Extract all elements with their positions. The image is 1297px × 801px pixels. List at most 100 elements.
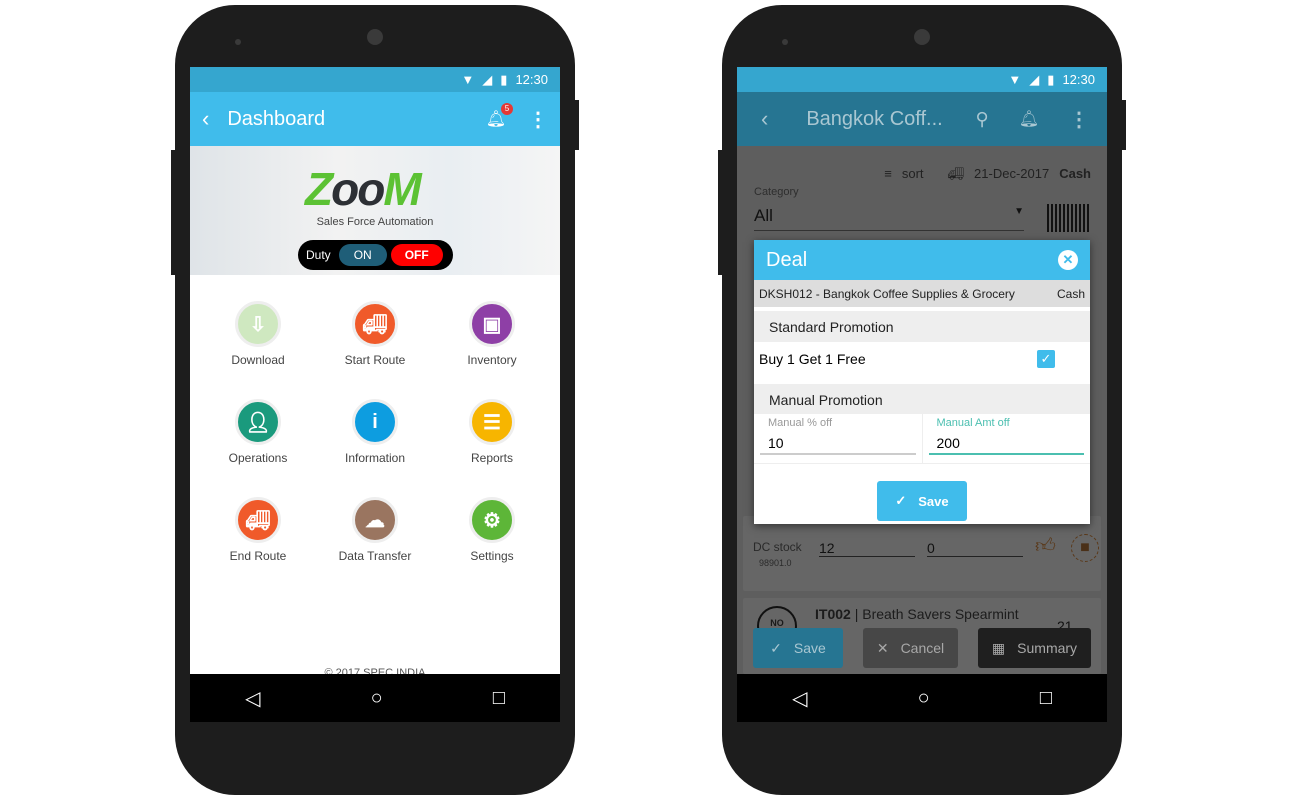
tile-download[interactable]: ⇩ Download — [203, 301, 313, 367]
payment-type: Cash — [1059, 166, 1091, 181]
android-nav-bar: ◁ ○ □ — [737, 674, 1107, 722]
power-button — [575, 100, 579, 150]
pct-off-label: Manual % off — [768, 417, 833, 429]
cancel-button[interactable]: ✕ Cancel — [863, 628, 958, 668]
delivery-truck-icon: 🚚︎ — [947, 166, 965, 181]
tile-label: Download — [231, 353, 285, 367]
android-nav-bar: ◁ ○ □ — [190, 674, 560, 722]
customer-name: DKSH012 - Bangkok Coffee Supplies & Groc… — [759, 286, 1015, 301]
customer-payment: Cash — [1056, 286, 1085, 301]
duty-toggle[interactable]: Duty ON OFF — [298, 240, 453, 270]
status-bar: ▼ ◢ ▮ 12:30 — [737, 67, 1107, 92]
pct-off-input[interactable]: 10 — [760, 435, 916, 455]
dialog-header: Deal ✕ — [754, 240, 1090, 280]
deal-dialog: Deal ✕ DKSH012 - Bangkok Coffee Supplies… — [754, 240, 1090, 524]
nav-recents-icon[interactable]: □ — [1040, 687, 1052, 710]
tile-start-route[interactable]: 🚚︎ Start Route — [320, 301, 430, 367]
tile-data-transfer[interactable]: ☁ Data Transfer — [320, 497, 430, 563]
volume-button — [171, 150, 175, 275]
back-icon[interactable]: ‹ — [202, 106, 209, 132]
zoom-logo: ZooM — [305, 163, 422, 215]
delivery-date[interactable]: 21-Dec-2017 — [974, 166, 1049, 182]
tile-label: Reports — [470, 451, 514, 465]
tile-label: Data Transfer — [338, 549, 412, 563]
tagline: Sales Force Automation — [316, 216, 434, 228]
wifi-icon: ▼ — [461, 72, 475, 87]
dialog-save-button[interactable]: ✓ Save — [877, 481, 967, 521]
dialog-title: Deal — [766, 248, 808, 271]
front-camera — [367, 29, 383, 45]
sensor — [235, 39, 241, 45]
overflow-menu-icon[interactable]: ⋮ — [528, 107, 548, 132]
item-name: Breath Savers Spearmint — [862, 606, 1019, 622]
check-icon: ✓ — [895, 493, 907, 508]
tile-label: Inventory — [467, 353, 517, 367]
free-quantity-input[interactable]: 0 — [927, 540, 1023, 557]
customer-row: DKSH012 - Bangkok Coffee Supplies & Groc… — [754, 280, 1090, 307]
tile-label: Information — [344, 451, 406, 465]
tile-label: End Route — [229, 549, 287, 563]
clock: 12:30 — [515, 72, 548, 87]
dropdown-arrow-icon: ▼ — [1014, 206, 1024, 217]
phone-frame-left: ▼ ◢ ▮ 12:30 ‹ Dashboard 🔔︎ 5 ⋮ ZooM Sales… — [171, 5, 579, 795]
signal-icon: ◢ — [482, 71, 493, 87]
nav-back-icon[interactable]: ◁ — [792, 686, 807, 711]
front-camera — [914, 29, 930, 45]
search-icon[interactable]: ⚲ — [976, 109, 989, 130]
summary-button[interactable]: ▦ Summary — [978, 628, 1091, 668]
inventory-icon: ▣ — [469, 301, 515, 347]
box-icon[interactable]: ■ — [1071, 534, 1099, 562]
tile-operations[interactable]: 👤︎ Operations — [203, 399, 313, 465]
download-icon: ⇩ — [235, 301, 281, 347]
quantity-input[interactable]: 12 — [819, 540, 915, 557]
back-icon[interactable]: ‹ — [761, 106, 768, 132]
category-label: Category — [754, 186, 799, 198]
promotion-checkbox[interactable]: ✓ — [1037, 350, 1055, 368]
standard-promotion-header: Standard Promotion — [754, 311, 1090, 342]
save-label: Save — [793, 640, 826, 656]
info-icon: i — [352, 399, 398, 445]
nav-recents-icon[interactable]: □ — [493, 687, 505, 710]
tile-end-route[interactable]: 🚚︎ End Route — [203, 497, 313, 563]
promotion-thumbs-icon[interactable]: 👍︎ — [1035, 534, 1056, 558]
nav-home-icon[interactable]: ○ — [371, 687, 383, 710]
order-screen: ▼ ◢ ▮ 12:30 ‹ Bangkok Coff... ⚲ 🔔︎ ⋮ ≡ s… — [737, 67, 1107, 722]
phone-frame-right: ▼ ◢ ▮ 12:30 ‹ Bangkok Coff... ⚲ 🔔︎ ⋮ ≡ s… — [718, 5, 1126, 795]
tile-information[interactable]: i Information — [320, 399, 430, 465]
barcode-scanner-icon[interactable] — [1047, 204, 1091, 232]
close-dialog-icon[interactable]: ✕ — [1058, 250, 1078, 270]
tile-label: Settings — [470, 549, 514, 563]
save-button[interactable]: ✓ Save — [753, 628, 843, 668]
nav-back-icon[interactable]: ◁ — [245, 686, 260, 711]
operator-icon: 👤︎ — [235, 399, 281, 445]
overflow-menu-icon[interactable]: ⋮ — [1069, 107, 1089, 132]
banner: ZooM Sales Force Automation Duty ON OFF — [190, 146, 560, 275]
manual-promotion-fields: Manual % off 10 Manual Amt off 200 — [754, 414, 1090, 464]
check-icon: ✓ — [770, 639, 782, 656]
standard-promotion-row: Buy 1 Get 1 Free ✓ — [754, 342, 1090, 376]
tile-settings[interactable]: ⚙ Settings — [437, 497, 547, 563]
manual-promotion-header: Manual Promotion — [754, 384, 1090, 414]
sort-icon[interactable]: ≡ — [884, 166, 892, 182]
notification-bell-icon[interactable]: 🔔︎ 5 — [486, 103, 513, 129]
duty-off-button[interactable]: OFF — [390, 244, 443, 266]
tile-inventory[interactable]: ▣ Inventory — [437, 301, 547, 367]
battery-icon: ▮ — [500, 71, 508, 87]
truck-end-icon: 🚚︎ — [235, 497, 281, 543]
category-select[interactable]: All ▼ — [754, 206, 1024, 231]
sort-button[interactable]: sort — [902, 166, 924, 182]
sensor — [782, 39, 788, 45]
cloud-transfer-icon: ☁ — [352, 497, 398, 543]
wifi-icon: ▼ — [1008, 72, 1022, 87]
page-title: Dashboard — [227, 107, 326, 130]
amt-off-input[interactable]: 200 — [928, 435, 1084, 455]
tile-reports[interactable]: ☰ Reports — [437, 399, 547, 465]
close-icon: ✕ — [876, 639, 889, 656]
tile-label: Operations — [228, 451, 288, 465]
summary-label: Summary — [1017, 640, 1078, 656]
duty-on-button[interactable]: ON — [338, 244, 387, 266]
dialog-save-label: Save — [918, 493, 949, 509]
nav-home-icon[interactable]: ○ — [918, 687, 930, 710]
notification-bell-icon[interactable]: 🔔︎ — [1019, 109, 1039, 129]
tile-label: Start Route — [344, 353, 406, 367]
